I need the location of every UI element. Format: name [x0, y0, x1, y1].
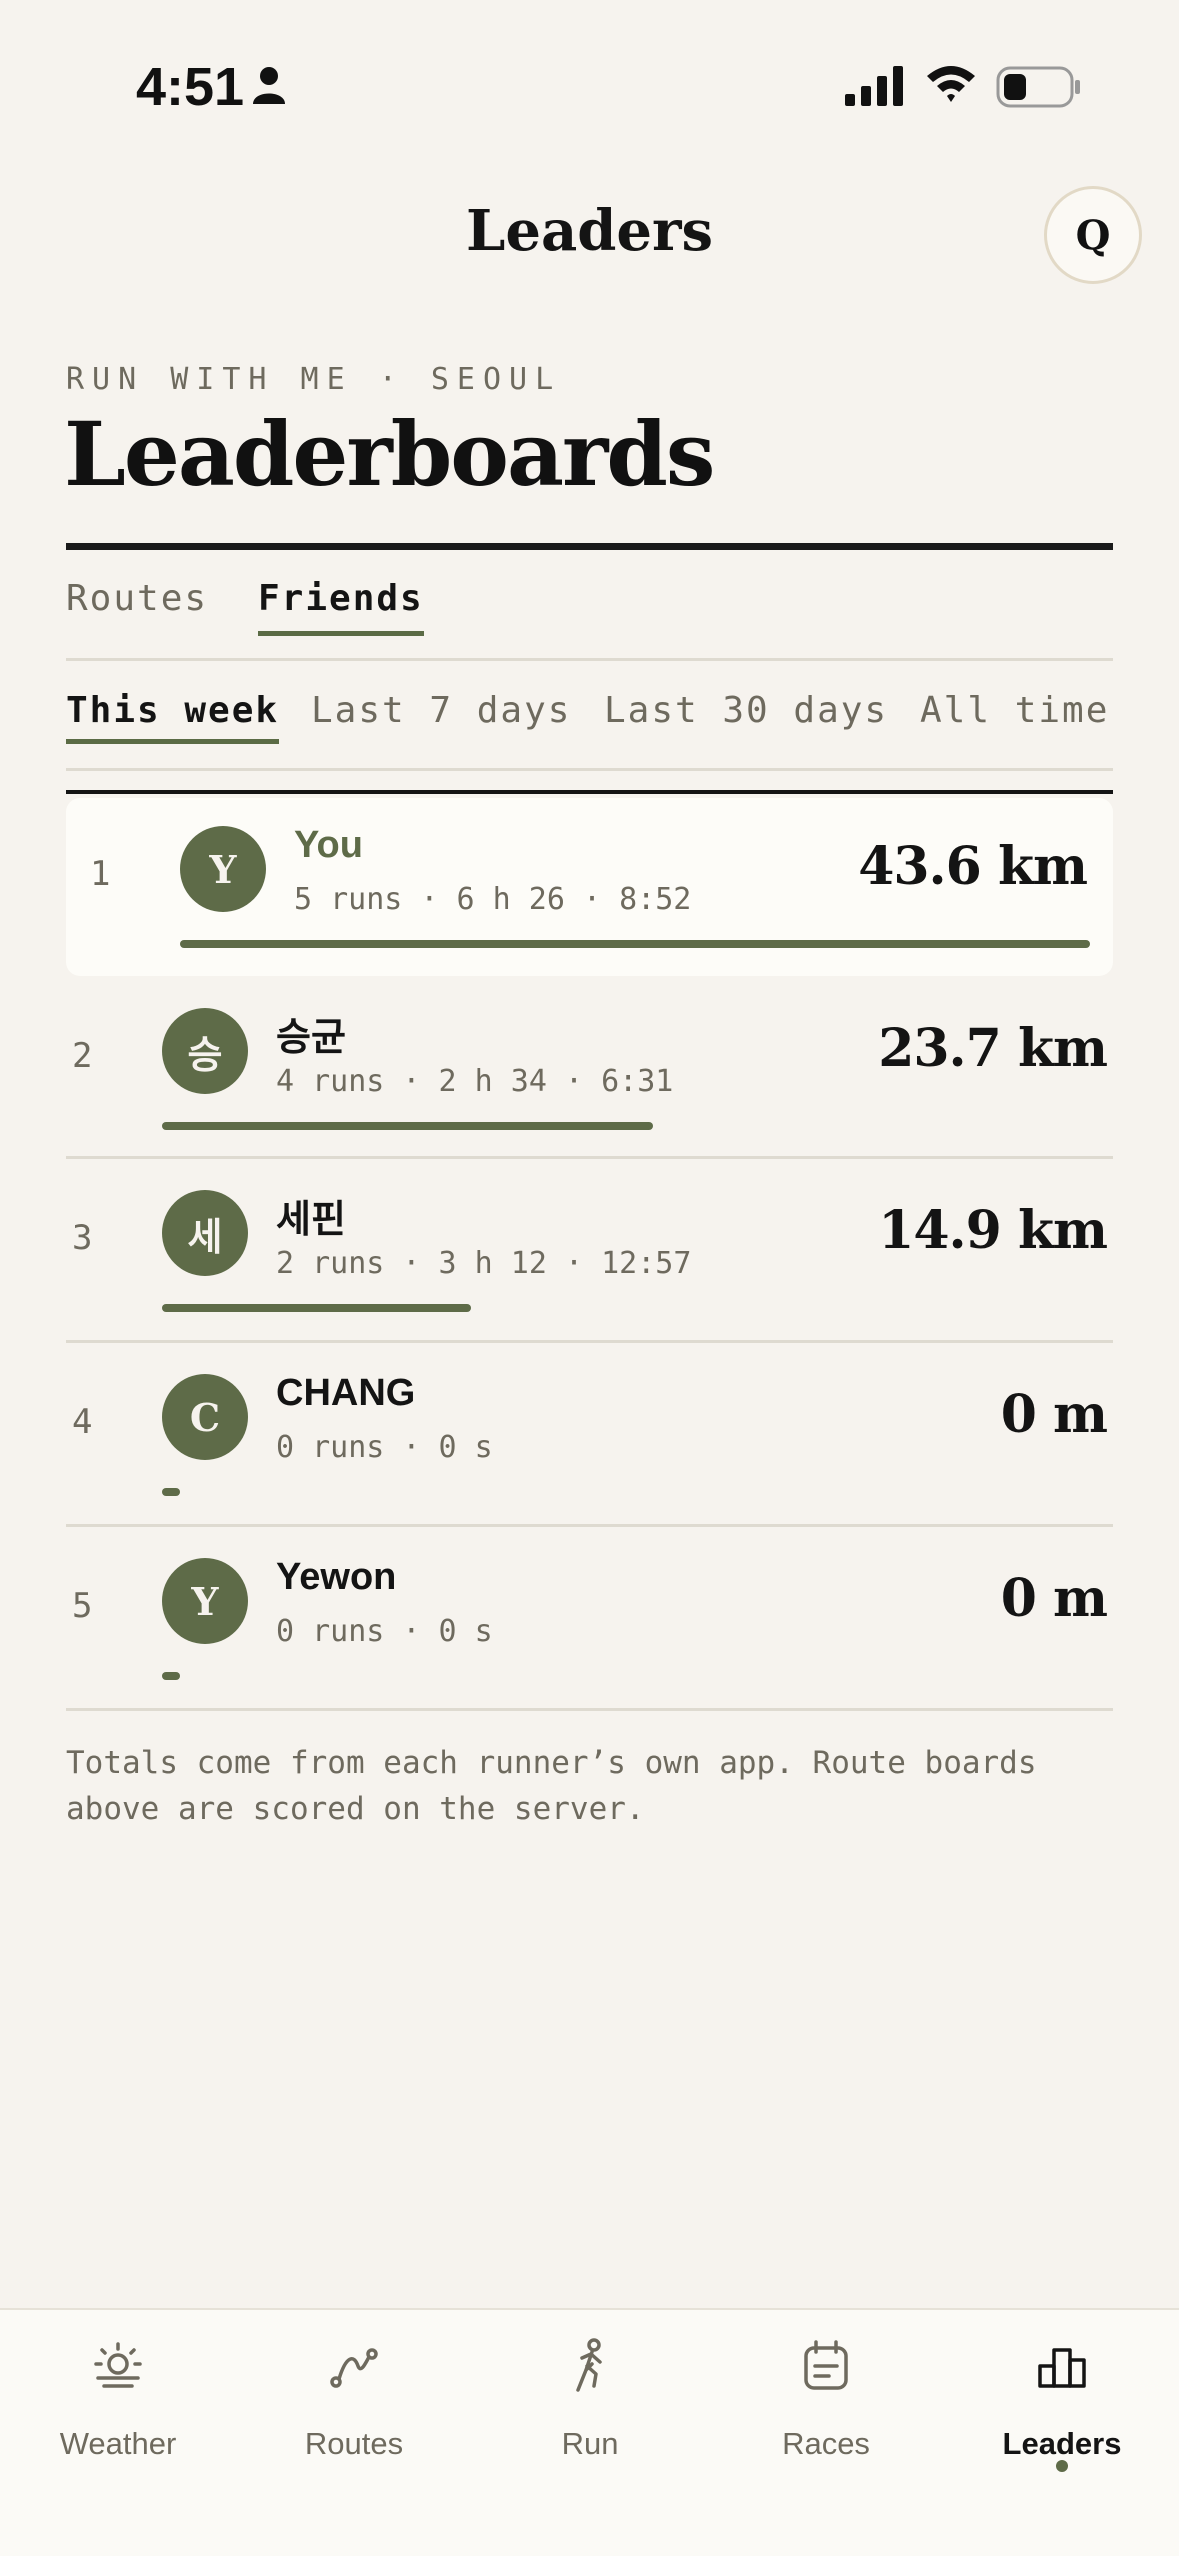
- runner-name: CHANG: [276, 1372, 416, 1414]
- title-divider: [66, 543, 1113, 550]
- rank-number: 5: [72, 1586, 93, 1626]
- runner-name: 세핀: [276, 1199, 346, 1241]
- route-path-icon: [330, 2348, 378, 2388]
- wifi-icon: [927, 66, 975, 102]
- runner-name: 승균: [276, 1017, 346, 1059]
- tab-label: Races: [782, 2426, 870, 2461]
- weather-sun-icon: [94, 2342, 142, 2388]
- tab-label: Leaders: [1002, 2426, 1122, 2461]
- profile-q-button[interactable]: Q: [1044, 186, 1142, 284]
- tab-races[interactable]: Races: [708, 2310, 944, 2510]
- segment-routes[interactable]: Routes: [66, 578, 208, 619]
- avatar: 세: [162, 1190, 248, 1276]
- rank-number: 4: [72, 1402, 93, 1442]
- podium-icon: [1038, 2348, 1086, 2388]
- runner-distance: 0 m: [1000, 1384, 1108, 1445]
- tab-leaders[interactable]: Leaders: [944, 2310, 1179, 2510]
- active-tab-indicator: [1056, 2460, 1068, 2472]
- header-title: Leaders: [465, 198, 714, 264]
- status-bar: 4:51: [0, 0, 1179, 160]
- battery-icon: [996, 66, 1080, 108]
- runner-name: Yewon: [276, 1556, 397, 1598]
- leaderboard-row[interactable]: 3 세 세핀 2 runs · 3 h 12 · 12:57 14.9 km: [66, 1162, 1113, 1342]
- distance-bar: [162, 1488, 180, 1496]
- eyebrow-location: RUN WITH ME · SEOUL: [66, 362, 562, 397]
- runner-distance: 43.6 km: [858, 836, 1088, 897]
- calendar-icon: [804, 2340, 848, 2390]
- leaderboard-row[interactable]: 2 승 승균 4 runs · 2 h 34 · 6:31 23.7 km: [66, 980, 1113, 1160]
- row-divider: [66, 1156, 1113, 1159]
- runner-icon: [576, 2338, 602, 2392]
- runner-distance: 0 m: [1000, 1568, 1108, 1629]
- runner-distance: 23.7 km: [878, 1018, 1108, 1079]
- person-icon: [253, 67, 285, 104]
- period-this-week[interactable]: This week: [66, 690, 280, 744]
- avatar: 승: [162, 1008, 248, 1094]
- runner-distance: 14.9 km: [878, 1200, 1108, 1261]
- runner-stats: 0 runs · 0 s: [276, 1614, 493, 1649]
- list-top-rule: [66, 790, 1113, 794]
- runner-stats: 4 runs · 2 h 34 · 6:31: [276, 1064, 674, 1099]
- page-title: Leaderboards: [64, 402, 715, 506]
- leaderboard-row-me[interactable]: 1 Y You 5 runs · 6 h 26 · 8:52 43.6 km: [66, 798, 1113, 976]
- runner-name: You: [294, 824, 363, 866]
- cellular-signal-icon: [845, 66, 903, 106]
- avatar: C: [162, 1374, 248, 1460]
- leaderboard-row[interactable]: 5 Y Yewon 0 runs · 0 s 0 m: [66, 1530, 1113, 1710]
- tab-weather[interactable]: Weather: [0, 2310, 236, 2510]
- avatar: Y: [162, 1558, 248, 1644]
- period-all-time[interactable]: All time: [920, 690, 1109, 731]
- runner-stats: 2 runs · 3 h 12 · 12:57: [276, 1246, 692, 1281]
- distance-bar: [162, 1122, 653, 1130]
- rank-number: 1: [90, 854, 111, 894]
- status-time: 4:51: [136, 57, 245, 117]
- leaderboard-row[interactable]: 4 C CHANG 0 runs · 0 s 0 m: [66, 1346, 1113, 1526]
- distance-bar: [162, 1304, 471, 1312]
- runner-stats: 0 runs · 0 s: [276, 1430, 493, 1465]
- row-divider: [66, 1708, 1113, 1711]
- period-last-7-days[interactable]: Last 7 days: [311, 690, 571, 731]
- tab-bar: Weather Routes Run Races Leaders: [0, 2308, 1179, 2556]
- segment-divider: [66, 658, 1113, 661]
- rank-number: 3: [72, 1218, 93, 1258]
- segment-friends[interactable]: Friends: [258, 578, 424, 636]
- tab-label: Run: [561, 2426, 619, 2461]
- runner-stats: 5 runs · 6 h 26 · 8:52: [294, 882, 692, 917]
- row-divider: [66, 1340, 1113, 1343]
- tab-run[interactable]: Run: [472, 2310, 708, 2510]
- tab-label: Routes: [304, 2426, 404, 2461]
- period-divider: [66, 768, 1113, 771]
- rank-number: 2: [72, 1036, 93, 1076]
- distance-bar: [180, 940, 1090, 948]
- distance-bar: [162, 1672, 180, 1680]
- row-divider: [66, 1524, 1113, 1527]
- tab-routes[interactable]: Routes: [236, 2310, 472, 2510]
- tab-label: Weather: [59, 2426, 177, 2461]
- period-last-30-days[interactable]: Last 30 days: [604, 690, 888, 731]
- avatar: Y: [180, 826, 266, 912]
- footnote: Totals come from each runner’s own app. …: [66, 1745, 1037, 1827]
